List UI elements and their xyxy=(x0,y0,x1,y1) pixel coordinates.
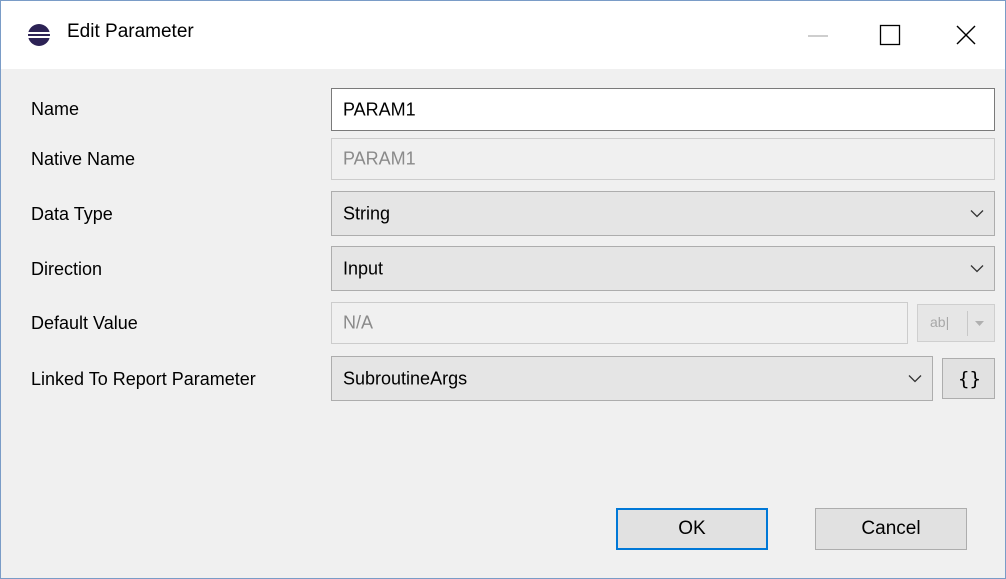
linked-parameter-value: SubroutineArgs xyxy=(343,368,468,388)
expression-builder-icon: {} xyxy=(958,368,981,390)
data-type-value: String xyxy=(343,203,391,223)
expression-builder-button[interactable]: {} xyxy=(942,358,995,399)
direction-select[interactable]: Input xyxy=(331,246,995,291)
minimize-button[interactable] xyxy=(783,1,853,69)
chevron-down-icon xyxy=(908,374,922,382)
name-value: PARAM1 xyxy=(343,99,416,119)
linked-parameter-label: Linked To Report Parameter xyxy=(31,369,256,389)
data-type-select[interactable]: String xyxy=(331,191,995,236)
split-divider xyxy=(967,311,968,336)
linked-parameter-select[interactable]: SubroutineArgs xyxy=(331,356,933,401)
cancel-button[interactable]: Cancel xyxy=(815,508,967,550)
native-name-label: Native Name xyxy=(31,149,136,169)
value-type-label: ab| xyxy=(930,314,950,330)
title-bar[interactable]: Edit Parameter xyxy=(1,1,1005,69)
native-name-input: PARAM1 xyxy=(331,138,995,180)
default-value-label: Default Value xyxy=(31,313,138,333)
native-name-value: PARAM1 xyxy=(343,148,416,169)
default-value-value: N/A xyxy=(343,312,374,333)
chevron-down-icon xyxy=(970,209,984,217)
maximize-button[interactable] xyxy=(855,1,925,69)
close-icon xyxy=(956,25,976,45)
eclipse-icon xyxy=(27,23,51,47)
window-title: Edit Parameter xyxy=(67,21,194,42)
edit-parameter-dialog: Edit Parameter Name PARAM1 Native Name P… xyxy=(0,0,1006,579)
minimize-icon xyxy=(808,35,828,37)
dropdown-arrow-icon xyxy=(975,321,984,326)
direction-label: Direction xyxy=(31,259,103,279)
chevron-down-icon xyxy=(970,264,984,272)
ok-button[interactable]: OK xyxy=(616,508,768,550)
default-value-input: N/A xyxy=(331,302,908,344)
close-button[interactable] xyxy=(931,1,1001,69)
data-type-label: Data Type xyxy=(31,204,113,224)
maximize-icon xyxy=(879,24,901,46)
value-type-button: ab| xyxy=(917,304,995,342)
name-input[interactable]: PARAM1 xyxy=(331,88,995,131)
direction-value: Input xyxy=(343,258,384,278)
name-label: Name xyxy=(31,99,80,119)
